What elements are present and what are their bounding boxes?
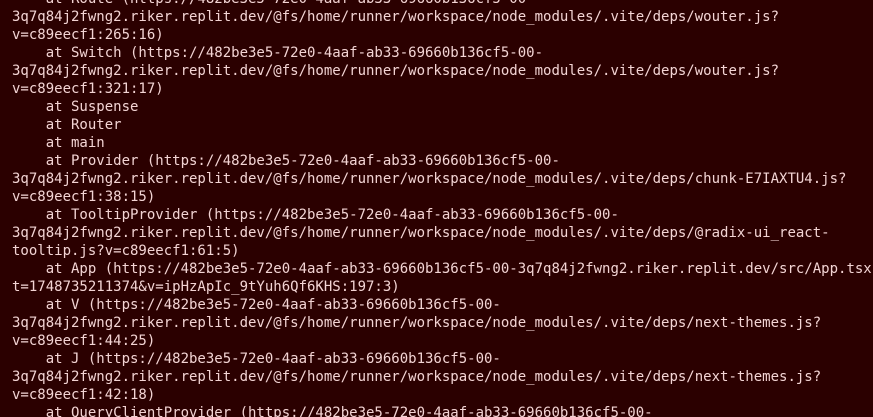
- stack-trace-line: v=c89eecf1:42:18): [12, 387, 156, 403]
- stack-trace-line: 3q7q84j2fwng2.riker.replit.dev/@fs/home/…: [12, 63, 780, 79]
- stack-trace-line: 3q7q84j2fwng2.riker.replit.dev/@fs/home/…: [12, 315, 822, 331]
- stack-trace-line: v=c89eecf1:44:25): [12, 333, 156, 349]
- stack-trace-line: 3q7q84j2fwng2.riker.replit.dev/@fs/home/…: [12, 225, 830, 241]
- stack-trace-line: 3q7q84j2fwng2.riker.replit.dev/@fs/home/…: [12, 171, 847, 187]
- stack-trace-line: at Router: [12, 117, 122, 133]
- stack-trace-line: v=c89eecf1:38:15): [12, 189, 156, 205]
- stack-trace-line: v=c89eecf1:265:16): [12, 27, 164, 43]
- stack-trace-line: at Route (https://482be3e5-72e0-4aaf-ab3…: [12, 0, 873, 8]
- stack-trace-line: at V (https://482be3e5-72e0-4aaf-ab33-69…: [12, 297, 501, 313]
- stack-trace-line: tooltip.js?v=c89eecf1:61:5): [12, 243, 240, 259]
- error-stack-trace-panel[interactable]: at Route (https://482be3e5-72e0-4aaf-ab3…: [0, 0, 873, 417]
- stack-trace-line: at main: [12, 135, 105, 151]
- stack-trace-line: at J (https://482be3e5-72e0-4aaf-ab33-69…: [12, 351, 501, 367]
- stack-trace-line: at Provider (https://482be3e5-72e0-4aaf-…: [12, 153, 560, 169]
- stack-trace-line: 3q7q84j2fwng2.riker.replit.dev/@fs/home/…: [12, 9, 780, 25]
- stack-trace-line: 3q7q84j2fwng2.riker.replit.dev/@fs/home/…: [12, 369, 822, 385]
- stack-trace-line: at Suspense: [12, 99, 139, 115]
- stack-trace-line: at Switch (https://482be3e5-72e0-4aaf-ab…: [12, 45, 544, 61]
- stack-trace-line: t=1748735211374&v=ipHzApIc_9tYuh6Qf6KHS:…: [12, 279, 400, 295]
- stack-trace-line: at TooltipProvider (https://482be3e5-72e…: [12, 207, 619, 223]
- stack-trace-line: v=c89eecf1:321:17): [12, 81, 164, 97]
- stack-trace-line: at QueryClientProvider (https://482be3e5…: [12, 405, 653, 417]
- stack-trace-text: at Route (https://482be3e5-72e0-4aaf-ab3…: [12, 0, 873, 417]
- stack-trace-line: at App (https://482be3e5-72e0-4aaf-ab33-…: [12, 261, 873, 277]
